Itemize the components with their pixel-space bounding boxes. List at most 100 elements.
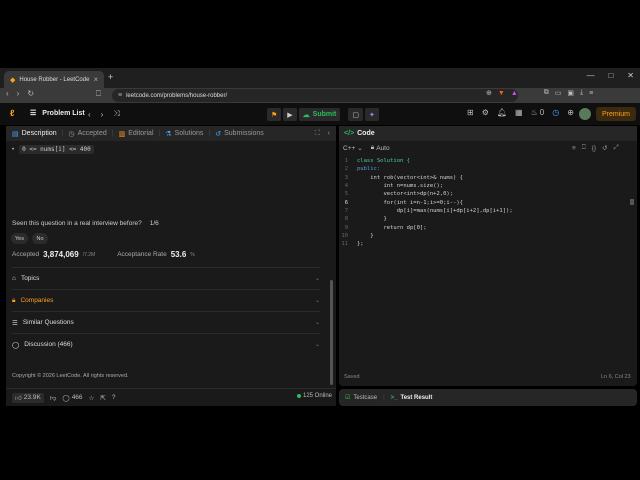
bell-icon[interactable]: 🔔︎: [497, 108, 507, 117]
list-icon: ☰: [30, 110, 37, 117]
language-select[interactable]: C++ ⌄: [343, 144, 363, 153]
streak-counter[interactable]: ♨ 0: [531, 108, 545, 117]
thumbs-down-icon[interactable]: 👎︎: [50, 394, 57, 402]
add-user-icon[interactable]: ⊕: [567, 108, 574, 117]
reload-icon[interactable]: ↻: [27, 89, 34, 98]
extensions-icon[interactable]: ⧉: [544, 89, 549, 97]
close-tab-icon[interactable]: ×: [93, 75, 98, 84]
comments-button[interactable]: ◯ 466: [62, 394, 82, 402]
next-problem-icon[interactable]: ›: [101, 110, 104, 119]
code-line: 1 class Solution {: [339, 157, 637, 165]
wallet-icon[interactable]: ▣: [567, 89, 574, 97]
line-number: 8: [344, 216, 348, 223]
problem-list-button[interactable]: ☰ Problem List: [30, 109, 85, 118]
code-panel-header: </> Code: [339, 126, 637, 141]
new-tab-button[interactable]: +: [108, 72, 113, 82]
auto-label: Auto: [376, 144, 390, 152]
yes-button[interactable]: Yes: [11, 233, 28, 244]
zoom-icon[interactable]: ⊕: [486, 89, 492, 97]
tab-testcase-label: Testcase: [353, 394, 378, 401]
companies-accordion[interactable]: 🔒︎ Companies ⌄: [12, 289, 320, 311]
prev-problem-icon[interactable]: ‹: [88, 110, 91, 119]
discussion-accordion[interactable]: ◯ Discussion (466) ⌄: [12, 333, 320, 355]
tab-submissions[interactable]: ↺ Submissions: [215, 130, 264, 138]
line-number: 10: [341, 232, 348, 239]
code-line: 11};: [339, 240, 637, 248]
sidebar-icon[interactable]: ▭: [555, 89, 562, 97]
close-window-button[interactable]: ✕: [627, 71, 634, 80]
topics-accordion[interactable]: ⌂ Topics ⌄: [12, 267, 320, 289]
tab-separator: |: [158, 130, 161, 137]
expand-icon[interactable]: ⤢: [614, 144, 619, 152]
auto-toggle[interactable]: 🔒︎ Auto: [371, 144, 390, 152]
run-button[interactable]: ▶: [283, 108, 297, 121]
address-bar[interactable]: ≡ leetcode.com/problems/house-robber/: [112, 89, 518, 102]
maximize-button[interactable]: □: [608, 71, 613, 80]
tab-description[interactable]: ▤ Description: [12, 130, 57, 138]
share-icon[interactable]: ⇱: [100, 394, 105, 402]
code-line: 5 vector<int>dp(n+2,0);: [339, 190, 637, 198]
menu-icon[interactable]: ≡: [589, 90, 593, 97]
problem-list-label: Problem List: [42, 109, 85, 117]
tab-solutions-label: Solutions: [174, 130, 204, 137]
code-text: dp[i]=max(nums[i]+dp[i+2],dp[i+1]);: [357, 207, 513, 214]
download-icon[interactable]: ⤓: [580, 89, 583, 97]
language-value: C++: [343, 144, 356, 152]
bookmark-icon[interactable]: ⎕: [582, 144, 586, 152]
premium-button[interactable]: Premium: [596, 107, 637, 121]
format-icon[interactable]: ≡: [572, 145, 576, 152]
like-count: 23.9K: [23, 394, 41, 401]
no-button[interactable]: No: [32, 233, 48, 244]
calendar-icon[interactable]: ▦: [515, 108, 523, 117]
code-text: }: [357, 232, 374, 239]
code-editor[interactable]: 1 class Solution { 2 public: 3 int rob(vec…: [339, 157, 637, 367]
collapse-panel-icon[interactable]: ‹: [328, 130, 330, 137]
forward-icon[interactable]: ›: [17, 89, 20, 98]
rewards-icon[interactable]: ▲: [511, 90, 518, 97]
star-icon[interactable]: ☆: [89, 394, 95, 402]
random-problem-icon[interactable]: ⤨: [113, 109, 119, 119]
topics-label: Topics: [20, 275, 40, 282]
maximize-panel-icon[interactable]: ⛶: [315, 130, 320, 138]
bookmark-icon[interactable]: ⎕: [96, 89, 101, 99]
chevron-down-icon: ⌄: [314, 342, 320, 348]
acceptance-stats: Accepted 3,874,069 /7.2M Acceptance Rate…: [12, 250, 195, 259]
feedback-counter: 1/6: [149, 220, 159, 227]
tab-testcase[interactable]: ☑ Testcase: [345, 394, 378, 402]
ai-button[interactable]: ✦: [365, 108, 379, 121]
left-panel-tabs: ▤ Description | ◷ Accepted | ▥ Editorial…: [6, 126, 336, 141]
companies-label: Companies: [20, 297, 54, 304]
notes-button[interactable]: ▢: [348, 108, 364, 121]
leetcode-logo[interactable]: ℓ: [10, 108, 20, 118]
back-icon[interactable]: ‹: [6, 89, 9, 98]
timer-icon[interactable]: ◷: [552, 108, 559, 117]
tab-test-result[interactable]: >_ Test Result: [391, 395, 433, 401]
tab-editorial-label: Editorial: [128, 130, 154, 137]
avatar[interactable]: [579, 108, 591, 120]
browser-tab[interactable]: ◆ House Robber - LeetCode ×: [4, 71, 104, 88]
submit-button[interactable]: ☁ Submit: [298, 108, 341, 121]
feedback-question: Seen this question in a real interview b…: [12, 220, 142, 227]
code-line: 8 }: [339, 215, 637, 223]
help-icon[interactable]: ?: [112, 394, 116, 401]
left-scrollbar[interactable]: [330, 280, 333, 385]
minimize-button[interactable]: —: [586, 71, 594, 80]
debug-button[interactable]: ⚑: [267, 108, 282, 121]
tab-editorial[interactable]: ▥ Editorial: [119, 130, 154, 138]
tab-separator: |: [111, 130, 114, 137]
site-info-icon[interactable]: ≡: [118, 92, 122, 99]
tab-solutions[interactable]: ⚗ Solutions: [165, 130, 203, 138]
play-icon: ▶: [287, 111, 293, 119]
tab-accepted[interactable]: ◷ Accepted: [68, 130, 106, 138]
braces-icon[interactable]: {}: [592, 145, 596, 152]
settings-icon[interactable]: ⚙: [482, 108, 489, 117]
line-number: 3: [344, 174, 348, 181]
layout-icon[interactable]: ⊞: [467, 108, 474, 117]
like-button[interactable]: 👍︎ 23.9K: [12, 392, 44, 403]
editor-scrollbar[interactable]: [630, 199, 634, 205]
cursor-position: Ln 6, Col 23: [601, 374, 631, 380]
acceptance-rate-unit: %: [190, 251, 195, 258]
similar-questions-accordion[interactable]: ☰ Similar Questions ⌄: [12, 311, 320, 333]
reset-icon[interactable]: ↺: [602, 144, 607, 152]
brave-shield-icon[interactable]: ▼: [498, 90, 505, 97]
